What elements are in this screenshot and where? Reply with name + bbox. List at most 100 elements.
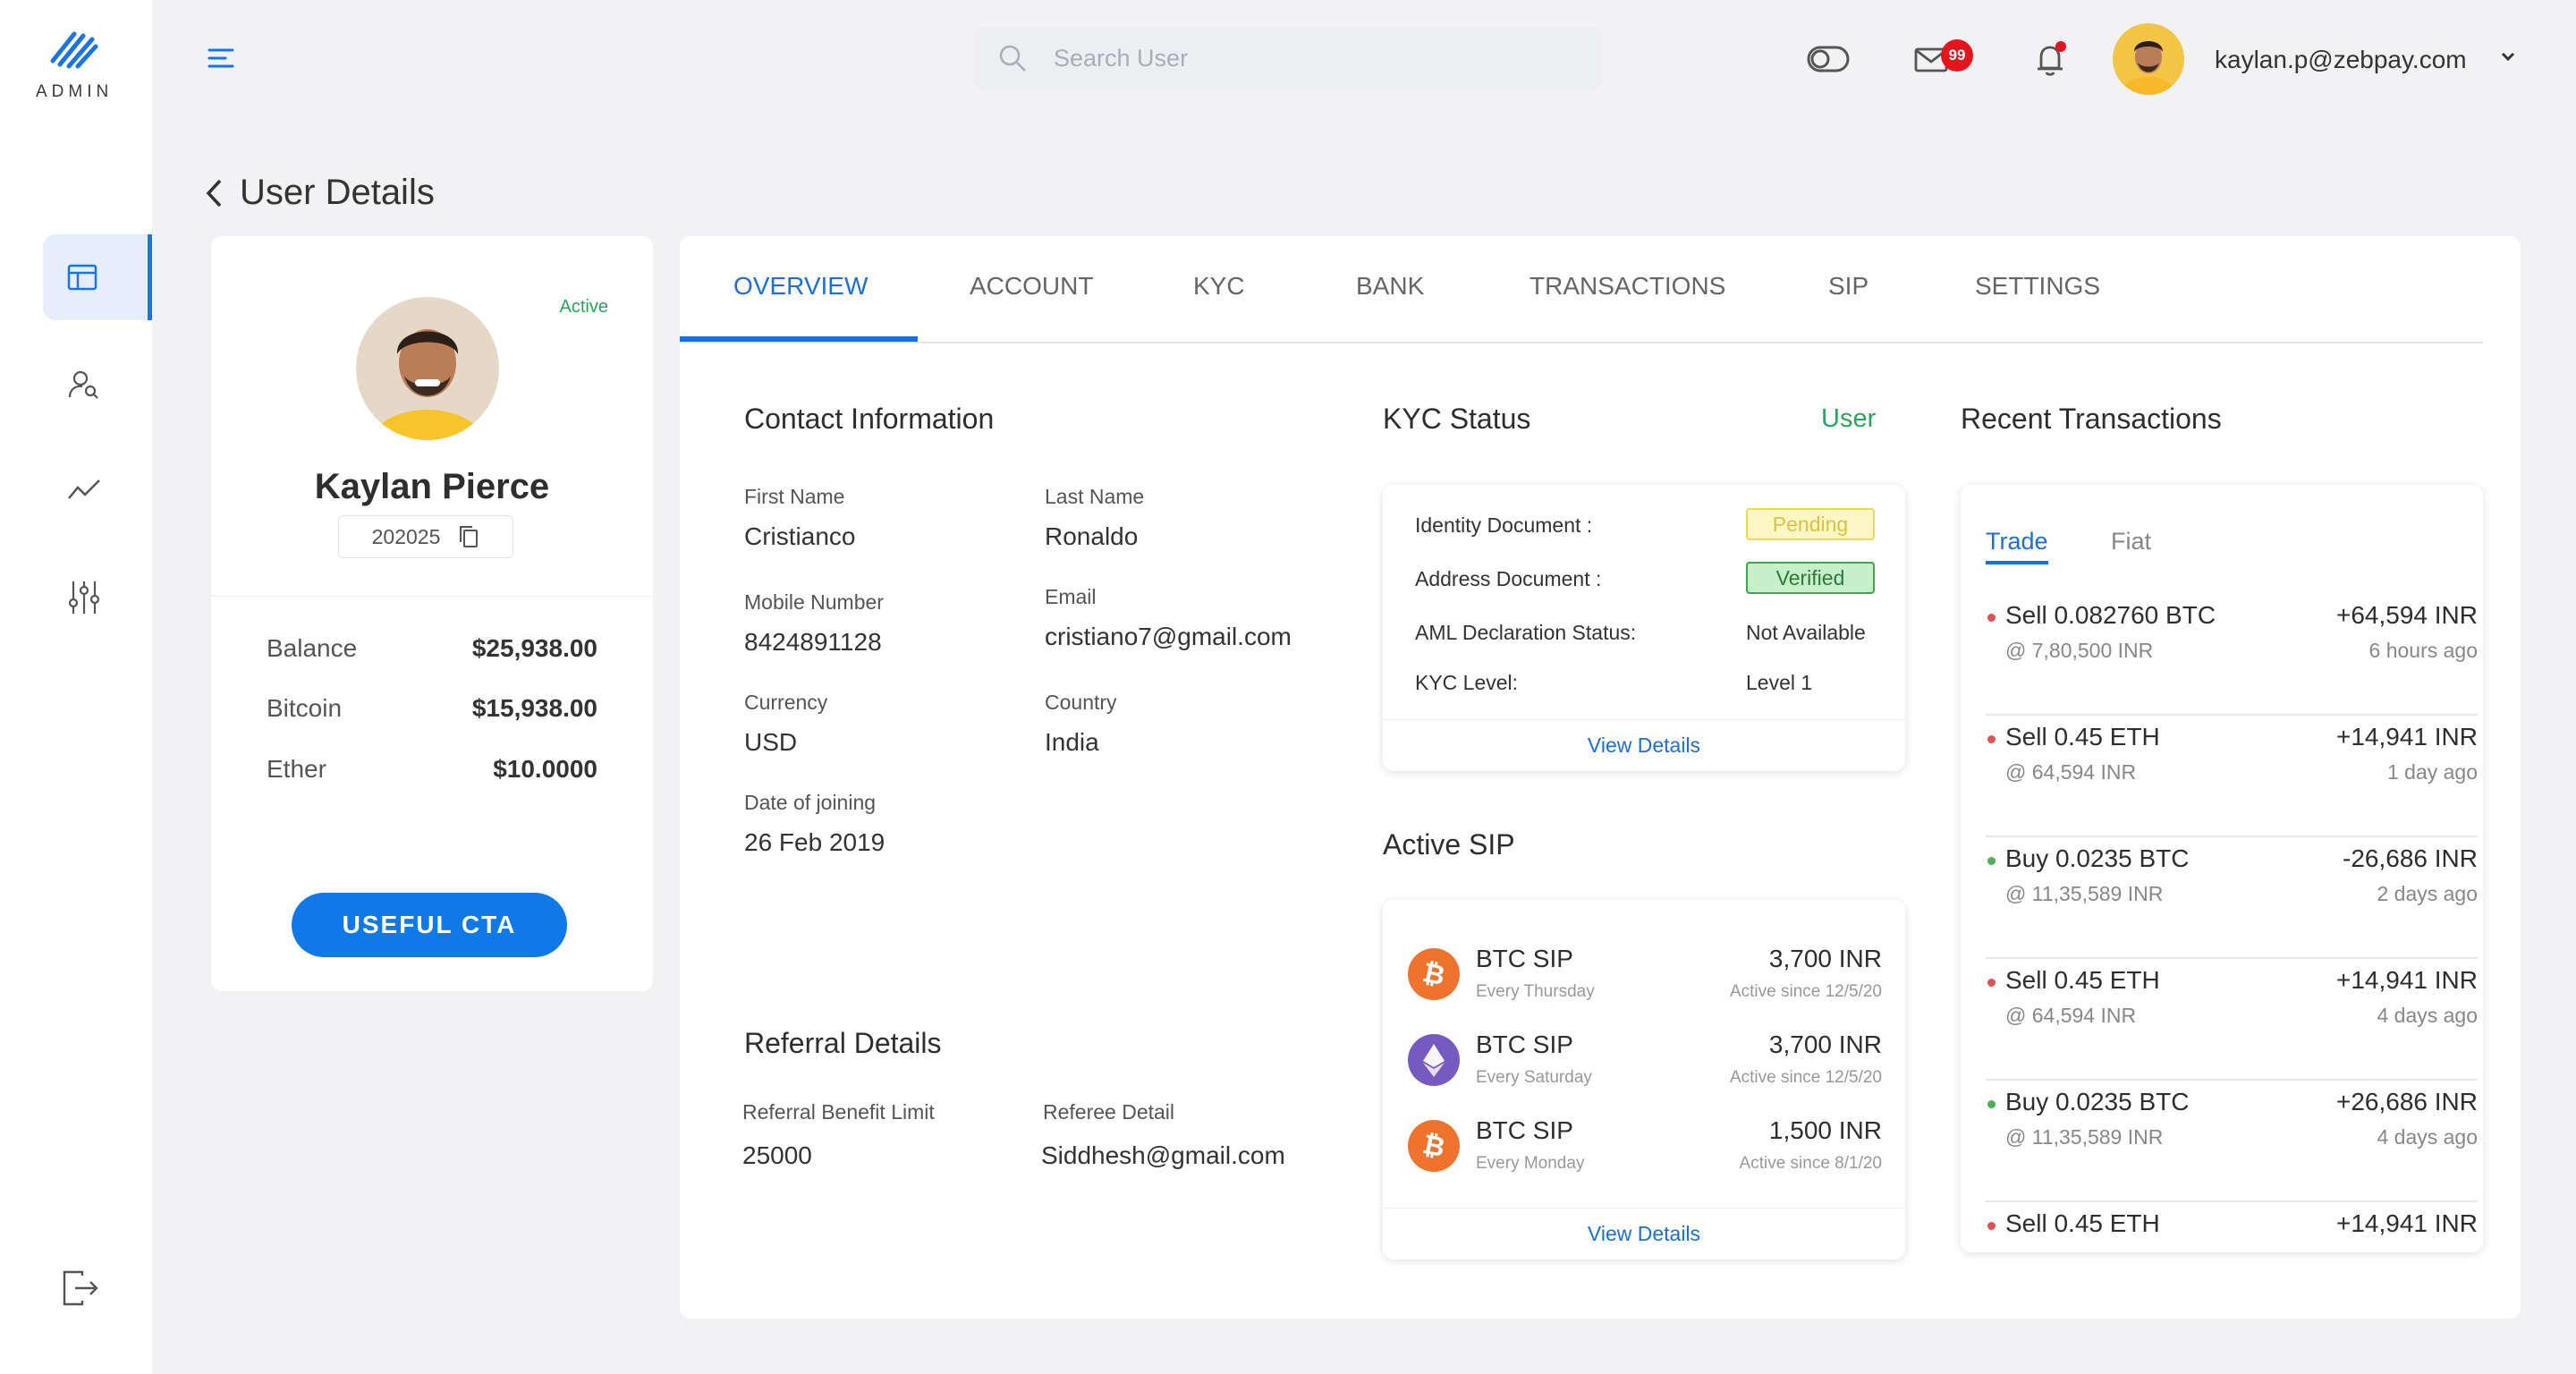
- transaction-time: 4 days ago: [2377, 1125, 2478, 1149]
- tab-bank[interactable]: BANK: [1356, 272, 1424, 301]
- address-status-badge: Verified: [1746, 562, 1875, 594]
- theme-toggle[interactable]: [1807, 45, 1850, 78]
- kyc-title: KYC Status: [1383, 403, 1531, 435]
- menu-icon: [208, 48, 234, 68]
- sip-name: BTC SIP: [1476, 1116, 1573, 1144]
- bitcoin-icon: ₿: [1408, 1120, 1460, 1172]
- transaction-row[interactable]: Sell 0.082760 BTC @ 7,80,500 INR +64,594 I…: [1986, 594, 2478, 716]
- logout-icon: [63, 1270, 98, 1306]
- user-search-icon: [68, 370, 98, 399]
- svg-text:₿: ₿: [1420, 1131, 1448, 1161]
- tab-transactions[interactable]: TRANSACTIONS: [1530, 272, 1725, 301]
- chevron-left-icon: [206, 179, 222, 207]
- transaction-amount: +26,686 INR: [2336, 1088, 2478, 1115]
- transaction-title: Buy 0.0235 BTC: [2005, 844, 2190, 872]
- tab-overview[interactable]: OVERVIEW: [733, 272, 868, 301]
- sliders-icon: [68, 581, 100, 614]
- sip-name: BTC SIP: [1476, 1030, 1573, 1058]
- search-icon: [999, 45, 1026, 72]
- side-indicator-dot: [1987, 1100, 1996, 1108]
- tab-kyc[interactable]: KYC: [1193, 272, 1245, 301]
- tab-account[interactable]: ACCOUNT: [970, 272, 1093, 301]
- email-value: cristiano7@gmail.com: [1045, 623, 1292, 650]
- sidebar-item-analytics[interactable]: [43, 447, 152, 533]
- kyc-level-label: KYC Level:: [1415, 671, 1519, 694]
- sip-since: Active since 12/5/20: [1729, 982, 1882, 1001]
- tab-trade[interactable]: Trade: [1986, 528, 2048, 564]
- user-avatar-image: [2113, 23, 2184, 95]
- transaction-rate: @ 7,80,500 INR: [2005, 639, 2154, 662]
- transaction-time: 6 hours ago: [2368, 639, 2478, 662]
- search-bar: [975, 27, 1601, 89]
- dashboard-icon: [67, 264, 97, 291]
- logo-icon: [50, 31, 98, 69]
- currency-label: Currency: [744, 691, 828, 714]
- transaction-title: Sell 0.45 ETH: [2005, 723, 2160, 751]
- transaction-amount: +14,941 INR: [2336, 1209, 2478, 1237]
- search-input[interactable]: [1054, 44, 1555, 72]
- sip-amount: 3,700 INR: [1768, 945, 1882, 972]
- side-indicator-dot: [1987, 979, 1996, 987]
- user-email[interactable]: kaylan.p@zebpay.com: [2215, 46, 2467, 74]
- toggle-icon: [1807, 46, 1850, 72]
- notification-dot: [2055, 41, 2066, 52]
- sip-item[interactable]: ₿ BTC SIP Every Monday 1,500 INR Active …: [1408, 1115, 1882, 1183]
- menu-toggle-button[interactable]: [208, 47, 234, 74]
- transaction-row[interactable]: Buy 0.0235 BTC @ 11,35,589 INR +26,686 INR…: [1986, 1081, 2478, 1202]
- kyc-view-details-link[interactable]: View Details: [1383, 719, 1905, 771]
- profile-card: Active Kaylan Pierce 202025 Balance $25,…: [211, 236, 653, 991]
- transaction-time: 4 days ago: [2377, 1004, 2478, 1027]
- balance-label: Balance: [267, 634, 358, 662]
- details-card: OVERVIEW ACCOUNT KYC BANK TRANSACTIONS S…: [680, 236, 2521, 1319]
- identity-label: Identity Document :: [1415, 513, 1593, 537]
- bitcoin-icon: ₿: [1408, 948, 1460, 1000]
- user-menu-dropdown[interactable]: [2499, 50, 2517, 67]
- sidebar-item-settings[interactable]: [43, 555, 152, 640]
- sip-item[interactable]: BTC SIP Every Saturday 3,700 INR Active …: [1408, 1029, 1882, 1097]
- referee-label: Referee Detail: [1043, 1100, 1175, 1124]
- page-title: User Details: [240, 173, 435, 212]
- tab-fiat[interactable]: Fiat: [2111, 528, 2151, 556]
- status-badge: Active: [559, 297, 608, 317]
- bitcoin-label: Bitcoin: [267, 694, 343, 722]
- sidebar-item-users[interactable]: [43, 342, 152, 428]
- tab-sip[interactable]: SIP: [1828, 272, 1868, 301]
- ethereum-icon: [1408, 1034, 1460, 1086]
- copy-icon[interactable]: [458, 524, 479, 549]
- sidebar-item-dashboard[interactable]: [43, 234, 152, 320]
- transaction-rate: @ 11,35,589 INR: [2005, 882, 2164, 905]
- kyc-level-value: Level 1: [1746, 671, 1813, 694]
- transaction-row[interactable]: Sell 0.45 ETH @ 64,594 INR +14,941 INR 1 da…: [1986, 716, 2478, 837]
- doj-value: 26 Feb 2019: [744, 828, 886, 856]
- bitcoin-row: Bitcoin $15,938.00: [267, 694, 597, 723]
- referee-value: Siddhesh@gmail.com: [1041, 1141, 1285, 1169]
- back-button[interactable]: User Details: [204, 173, 435, 213]
- transaction-time: 1 day ago: [2386, 760, 2478, 784]
- tab-settings[interactable]: SETTINGS: [1975, 272, 2100, 301]
- sip-title: Active SIP: [1383, 828, 1515, 861]
- logo-text: ADMIN: [36, 82, 114, 101]
- transaction-rate: @ 64,594 INR: [2005, 1004, 2137, 1027]
- first-name-label: First Name: [744, 485, 845, 508]
- logout-button[interactable]: [61, 1270, 98, 1310]
- transaction-row[interactable]: Sell 0.45 ETH @ 64,594 INR +14,941 INR 4 da…: [1986, 959, 2478, 1081]
- profile-photo-image: [356, 297, 499, 440]
- ether-value: $10.0000: [493, 755, 597, 783]
- sip-frequency: Every Thursday: [1476, 982, 1595, 1001]
- transaction-title: Sell 0.45 ETH: [2005, 966, 2160, 994]
- useful-cta-button[interactable]: USEFUL CTA: [292, 893, 567, 957]
- sip-item[interactable]: ₿ BTC SIP Every Thursday 3,700 INR Activ…: [1408, 943, 1882, 1011]
- transaction-row[interactable]: Buy 0.0235 BTC @ 11,35,589 INR -26,686 INR…: [1986, 837, 2478, 959]
- balance-value: $25,938.00: [471, 634, 597, 662]
- sip-since: Active since 12/5/20: [1729, 1068, 1882, 1087]
- tab-bar: OVERVIEW ACCOUNT KYC BANK TRANSACTIONS S…: [680, 236, 2483, 344]
- balance-row: Balance $25,938.00: [267, 634, 597, 663]
- profile-avatar: [356, 297, 499, 440]
- address-label: Address Document :: [1415, 567, 1602, 590]
- transaction-rate: @ 11,35,589 INR: [2005, 1125, 2164, 1149]
- referral-limit-value: 25000: [742, 1141, 812, 1169]
- avatar[interactable]: [2113, 23, 2184, 95]
- aml-label: AML Declaration Status:: [1415, 621, 1637, 644]
- transaction-row[interactable]: Sell 0.45 ETH +14,941 INR: [1986, 1202, 2478, 1252]
- sip-view-details-link[interactable]: View Details: [1383, 1208, 1905, 1260]
